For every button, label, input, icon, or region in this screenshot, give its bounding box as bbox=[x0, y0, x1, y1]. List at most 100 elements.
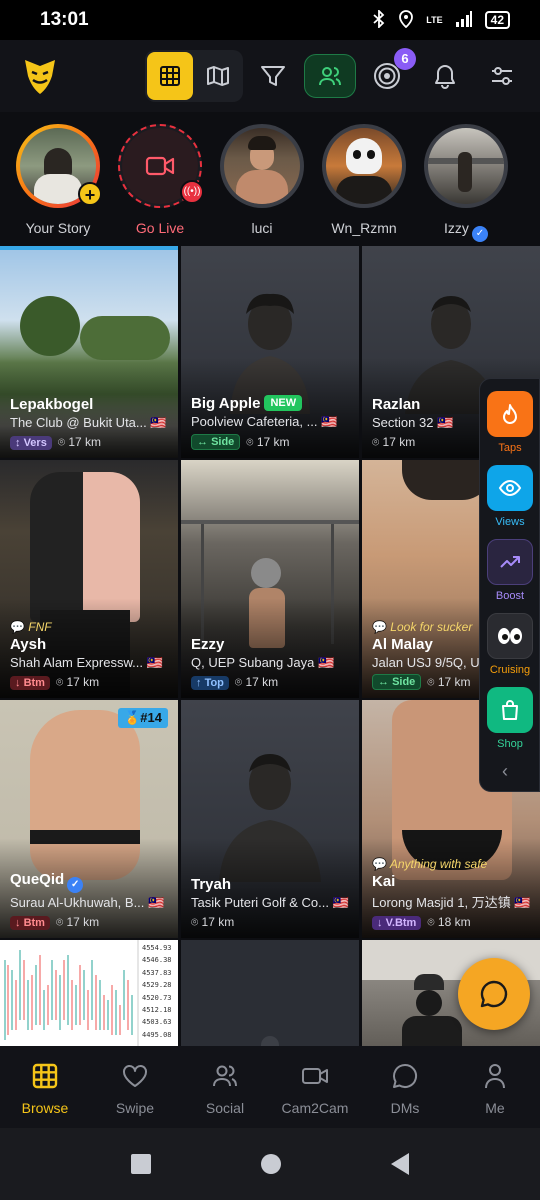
profile-card-chart-photo[interactable]: 4554.93 4546.38 4537.83 4529.28 4520.73 … bbox=[0, 940, 178, 1046]
map-view-button[interactable] bbox=[195, 52, 241, 100]
distance: ⌾ 18 km bbox=[427, 915, 471, 929]
distance: ⌾ 17 km bbox=[55, 675, 100, 689]
location-pin-icon: ⌾ bbox=[234, 675, 243, 689]
profile-card-aysh[interactable]: 💬 FNF Aysh Shah Alam Expressw... 🇲🇾 ↓ Bt… bbox=[0, 460, 178, 698]
bluetooth-icon bbox=[372, 8, 386, 31]
nav-label: Cam2Cam bbox=[281, 1100, 349, 1116]
story-name: Wn_Rzmn bbox=[331, 220, 397, 236]
location-icon bbox=[398, 9, 414, 31]
medal-icon: 🏅 bbox=[124, 710, 141, 725]
profile-name-row: Big Apple NEW bbox=[191, 395, 353, 412]
status-time: 13:01 bbox=[40, 9, 89, 30]
nav-swipe[interactable]: Swipe bbox=[90, 1046, 180, 1128]
cruising-button[interactable]: Cruising bbox=[486, 613, 534, 676]
location-pin-icon: ⌾ bbox=[55, 675, 64, 689]
profile-location: Surau Al-Ukhuwah, B... 🇲🇾 bbox=[10, 895, 165, 910]
new-badge: NEW bbox=[264, 395, 303, 411]
location-pin-icon: ⌾ bbox=[191, 915, 199, 929]
position-badge: ↑ Top bbox=[191, 675, 229, 690]
taps-button[interactable]: Taps bbox=[486, 391, 534, 454]
profile-card-blank[interactable] bbox=[181, 940, 359, 1046]
favorites-button[interactable] bbox=[304, 54, 356, 98]
settings-button[interactable] bbox=[484, 58, 520, 94]
chat-bubble-icon: 💬 bbox=[372, 620, 387, 634]
story-name: Your Story bbox=[25, 220, 91, 236]
story-name-row: Izzy ✓ bbox=[421, 220, 511, 242]
profile-status: 💬 Anything with safe bbox=[372, 857, 488, 871]
avatar bbox=[428, 128, 504, 204]
story-ring bbox=[220, 124, 304, 208]
home-button[interactable] bbox=[261, 1154, 281, 1174]
story-izzy[interactable]: Izzy ✓ bbox=[421, 124, 511, 242]
notifications-button[interactable] bbox=[427, 58, 463, 94]
shop-button[interactable]: Shop bbox=[486, 687, 534, 750]
collapse-panel-icon[interactable]: ‹ bbox=[502, 761, 508, 782]
trending-up-icon bbox=[487, 539, 533, 585]
malaysia-flag-icon: 🇲🇾 bbox=[148, 895, 165, 910]
chat-bubble-icon bbox=[393, 1063, 417, 1088]
battery-indicator: 42 bbox=[484, 11, 510, 29]
app-logo-icon[interactable] bbox=[22, 56, 58, 96]
filter-button[interactable] bbox=[255, 58, 291, 94]
profile-card-lepakbogel[interactable]: Lepakbogel The Club @ Bukit Uta... 🇲🇾 ↕ … bbox=[0, 246, 178, 458]
nav-me[interactable]: Me bbox=[450, 1046, 540, 1128]
panel-label: Cruising bbox=[489, 664, 531, 676]
story-go-live[interactable]: ((•)) Go Live bbox=[115, 124, 205, 236]
nav-label: Me bbox=[485, 1100, 505, 1116]
profile-location: Shah Alam Expressw... 🇲🇾 bbox=[10, 655, 163, 670]
story-your-story[interactable]: + Your Story bbox=[13, 124, 103, 236]
add-story-icon[interactable]: + bbox=[78, 182, 102, 206]
user-icon bbox=[485, 1064, 505, 1089]
people-icon bbox=[319, 67, 341, 86]
profile-card-big-apple[interactable]: Big Apple NEW Poolview Cafeteria, ... 🇲🇾 … bbox=[181, 246, 359, 458]
video-camera-icon bbox=[302, 1068, 328, 1084]
grid-view-button[interactable] bbox=[147, 52, 193, 100]
status-bar: 13:01 LTE 42 bbox=[0, 0, 540, 40]
alien-mask bbox=[251, 558, 281, 588]
video-camera-icon bbox=[145, 156, 175, 176]
story-wn-rzmn[interactable]: Wn_Rzmn bbox=[319, 124, 409, 236]
profile-card-queqid[interactable]: 🏅#14 QueQid ✓ Surau Al-Ukhuwah, B... 🇲🇾 ↓… bbox=[0, 700, 178, 938]
distance: ⌾ 17 km bbox=[427, 674, 471, 689]
network-label: LTE bbox=[426, 15, 443, 25]
profile-status: 💬 FNF bbox=[10, 620, 52, 634]
profile-location: Poolview Cafeteria, ... 🇲🇾 bbox=[191, 414, 338, 429]
bottom-nav: Browse Swipe Social Cam2Cam DMs Me bbox=[0, 1046, 540, 1128]
nav-label: DMs bbox=[390, 1100, 420, 1116]
stories-row: + Your Story ((•)) Go Live luci Wn_Rzmn … bbox=[0, 112, 540, 246]
nav-dms[interactable]: DMs bbox=[360, 1046, 450, 1128]
notification-count-badge: 6 bbox=[394, 48, 416, 70]
avatar bbox=[224, 128, 300, 204]
story-ring bbox=[322, 124, 406, 208]
malaysia-flag-icon: 🇲🇾 bbox=[514, 895, 531, 910]
boost-button[interactable]: Boost bbox=[486, 539, 534, 602]
nav-browse[interactable]: Browse bbox=[0, 1046, 90, 1128]
distance: ⌾ 17 km bbox=[191, 915, 235, 929]
location-pin-icon: ⌾ bbox=[57, 435, 66, 449]
malaysia-flag-icon: 🇲🇾 bbox=[146, 655, 163, 670]
nav-cam2cam[interactable]: Cam2Cam bbox=[270, 1046, 360, 1128]
quick-actions-panel: Taps Views Boost Cruising Shop ‹ bbox=[479, 378, 540, 792]
panel-label: Boost bbox=[495, 590, 525, 602]
recents-button[interactable] bbox=[131, 1154, 151, 1174]
sliders-icon bbox=[492, 67, 512, 85]
eyes-icon bbox=[487, 613, 533, 659]
views-button[interactable]: Views bbox=[486, 465, 534, 528]
malaysia-flag-icon: 🇲🇾 bbox=[321, 414, 338, 429]
story-ring bbox=[424, 124, 508, 208]
malaysia-flag-icon: 🇲🇾 bbox=[317, 655, 335, 670]
story-ring: ((•)) bbox=[118, 124, 204, 208]
profile-location: Q, UEP Subang Jaya 🇲🇾 bbox=[191, 655, 335, 670]
chat-bubble-icon: 💬 bbox=[10, 620, 25, 634]
avatar bbox=[326, 128, 402, 204]
back-button[interactable] bbox=[391, 1153, 409, 1175]
profile-name: Kai bbox=[372, 873, 396, 890]
profile-name-row: QueQid ✓ bbox=[10, 871, 172, 893]
profile-card-ezzy[interactable]: Ezzy Q, UEP Subang Jaya 🇲🇾 ↑ Top ⌾ 17 km bbox=[181, 460, 359, 698]
verified-icon: ✓ bbox=[471, 226, 488, 242]
profile-card-tryah[interactable]: Tryah Tasik Puteri Golf & Co... 🇲🇾 ⌾ 17 … bbox=[181, 700, 359, 938]
nav-social[interactable]: Social bbox=[180, 1046, 270, 1128]
chat-fab-button[interactable] bbox=[458, 958, 530, 1030]
story-luci[interactable]: luci bbox=[217, 124, 307, 236]
panel-label: Views bbox=[495, 516, 525, 528]
